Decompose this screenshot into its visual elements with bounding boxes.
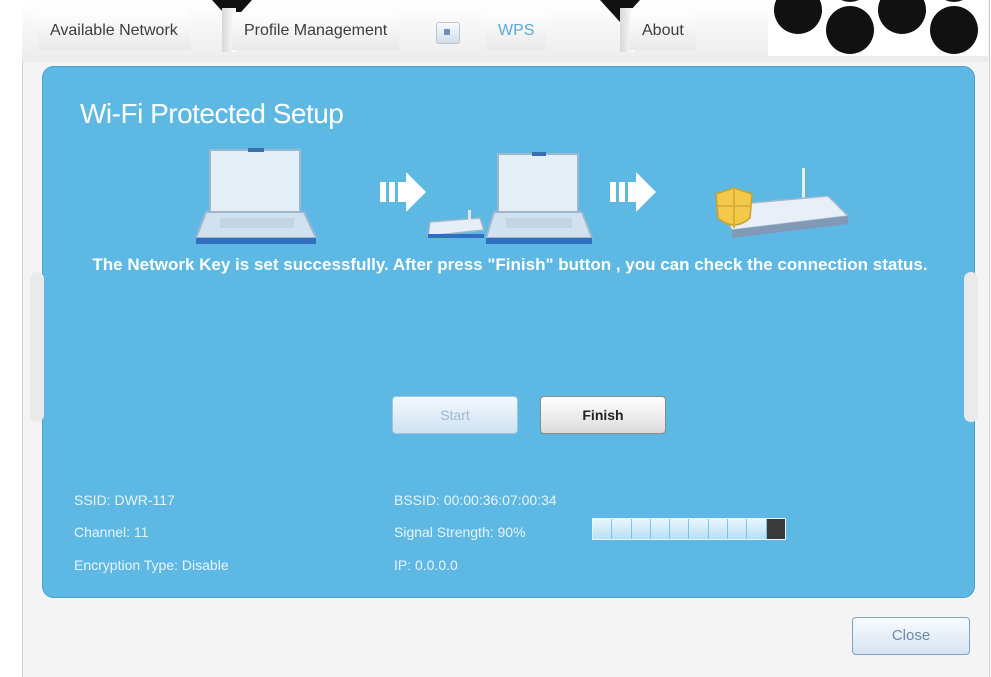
- signal-strength-bar: [592, 518, 786, 540]
- secure-router-icon: [715, 168, 850, 238]
- signal-strength-label: Signal Strength: 90%: [394, 524, 526, 540]
- finish-button[interactable]: Finish: [540, 396, 666, 434]
- tab-profile-management[interactable]: Profile Management: [232, 12, 400, 50]
- panel-side-grip: [964, 272, 978, 422]
- status-message: The Network Key is set successfully. Aft…: [92, 255, 928, 274]
- close-button[interactable]: Close: [852, 617, 970, 655]
- arrow-right-icon: [380, 172, 426, 212]
- encryption-type-label: Encryption Type: Disable: [74, 557, 229, 573]
- start-button[interactable]: Start: [392, 396, 518, 434]
- arrow-right-icon: [610, 172, 656, 212]
- channel-label: Channel: 11: [74, 524, 149, 540]
- ip-label: IP: 0.0.0.0: [394, 557, 458, 573]
- tab-about[interactable]: About: [630, 12, 696, 50]
- laptop-icon: [486, 152, 594, 244]
- signal-bar-segment: [631, 519, 651, 539]
- signal-bar-segment: [728, 519, 748, 539]
- ssid-label: SSID: DWR-117: [74, 492, 175, 508]
- signal-bar-segment: [612, 519, 632, 539]
- signal-bar-segment: [747, 519, 767, 539]
- signal-bar-segment: [708, 519, 729, 539]
- laptop-icon: [196, 148, 318, 244]
- panel-side-grip: [30, 272, 44, 422]
- wps-dongle-icon: [427, 210, 486, 238]
- bssid-label: BSSID: 00:00:36:07:00:34: [394, 492, 557, 508]
- signal-bar-segment: [650, 519, 671, 539]
- honeycomb-decoration: [768, 0, 988, 56]
- signal-bar-segment: [689, 519, 709, 539]
- panel-title: Wi-Fi Protected Setup: [80, 98, 344, 129]
- signal-bar-segment: [766, 519, 785, 539]
- wps-icon: [436, 22, 460, 44]
- tab-wps[interactable]: WPS: [486, 12, 547, 50]
- tab-available-network[interactable]: Available Network: [38, 12, 190, 50]
- wps-panel: [42, 66, 975, 598]
- signal-bar-segment: [593, 519, 613, 539]
- signal-bar-segment: [670, 519, 690, 539]
